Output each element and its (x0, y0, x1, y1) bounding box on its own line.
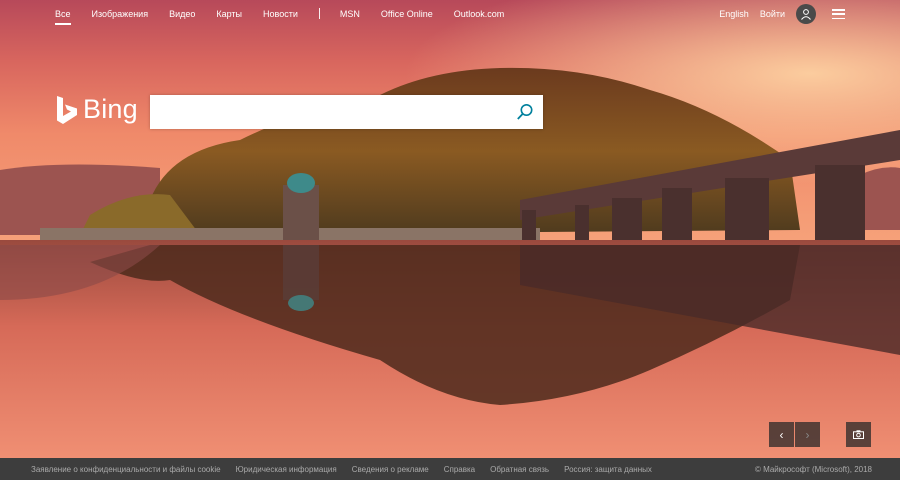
nav-msn[interactable]: MSN (340, 9, 360, 19)
nav-video[interactable]: Видео (169, 9, 195, 19)
nav-office-online[interactable]: Office Online (381, 9, 433, 19)
nav-left-group: Все Изображения Видео Карты Новости MSN … (55, 8, 525, 25)
sign-in-link[interactable]: Войти (760, 9, 785, 19)
footer-legal-link[interactable]: Юридическая информация (236, 465, 337, 474)
nav-outlook[interactable]: Outlook.com (454, 9, 505, 19)
chevron-right-icon: › (805, 427, 810, 442)
image-carousel-controls: ‹ › (769, 422, 872, 447)
image-info-button[interactable] (846, 422, 871, 447)
nav-images[interactable]: Изображения (92, 9, 149, 19)
footer: Заявление о конфиденциальности и файлы c… (0, 458, 900, 480)
background-photo (0, 0, 900, 458)
nav-maps[interactable]: Карты (216, 9, 242, 19)
footer-privacy-link[interactable]: Заявление о конфиденциальности и файлы c… (31, 465, 221, 474)
chevron-left-icon: ‹ (779, 427, 784, 442)
footer-data-protection-link[interactable]: Россия: защита данных (564, 465, 652, 474)
copyright-text: © Майкрософт (Microsoft), 2018 (754, 465, 872, 474)
footer-links: Заявление о конфиденциальности и файлы c… (31, 465, 667, 474)
nav-separator (318, 8, 320, 19)
search-icon[interactable] (516, 103, 534, 121)
next-image-button[interactable]: › (795, 422, 820, 447)
previous-image-button[interactable]: ‹ (769, 422, 794, 447)
nav-news[interactable]: Новости (263, 9, 298, 19)
user-icon (801, 9, 811, 20)
top-navigation: Все Изображения Видео Карты Новости MSN … (0, 0, 900, 28)
language-english-link[interactable]: English (719, 9, 749, 19)
search-box (150, 95, 543, 129)
footer-feedback-link[interactable]: Обратная связь (490, 465, 549, 474)
avatar[interactable] (796, 4, 816, 24)
bing-logo-text: Bing (83, 94, 138, 124)
nav-all[interactable]: Все (55, 9, 71, 25)
bing-b-icon (57, 95, 77, 124)
bing-logo[interactable]: Bing (55, 94, 138, 125)
camera-icon (853, 430, 864, 439)
search-input[interactable] (150, 95, 500, 129)
hamburger-menu-icon[interactable] (832, 9, 845, 19)
footer-help-link[interactable]: Справка (444, 465, 475, 474)
nav-right-group: English Войти (719, 4, 845, 24)
footer-advertising-link[interactable]: Сведения о рекламе (352, 465, 429, 474)
